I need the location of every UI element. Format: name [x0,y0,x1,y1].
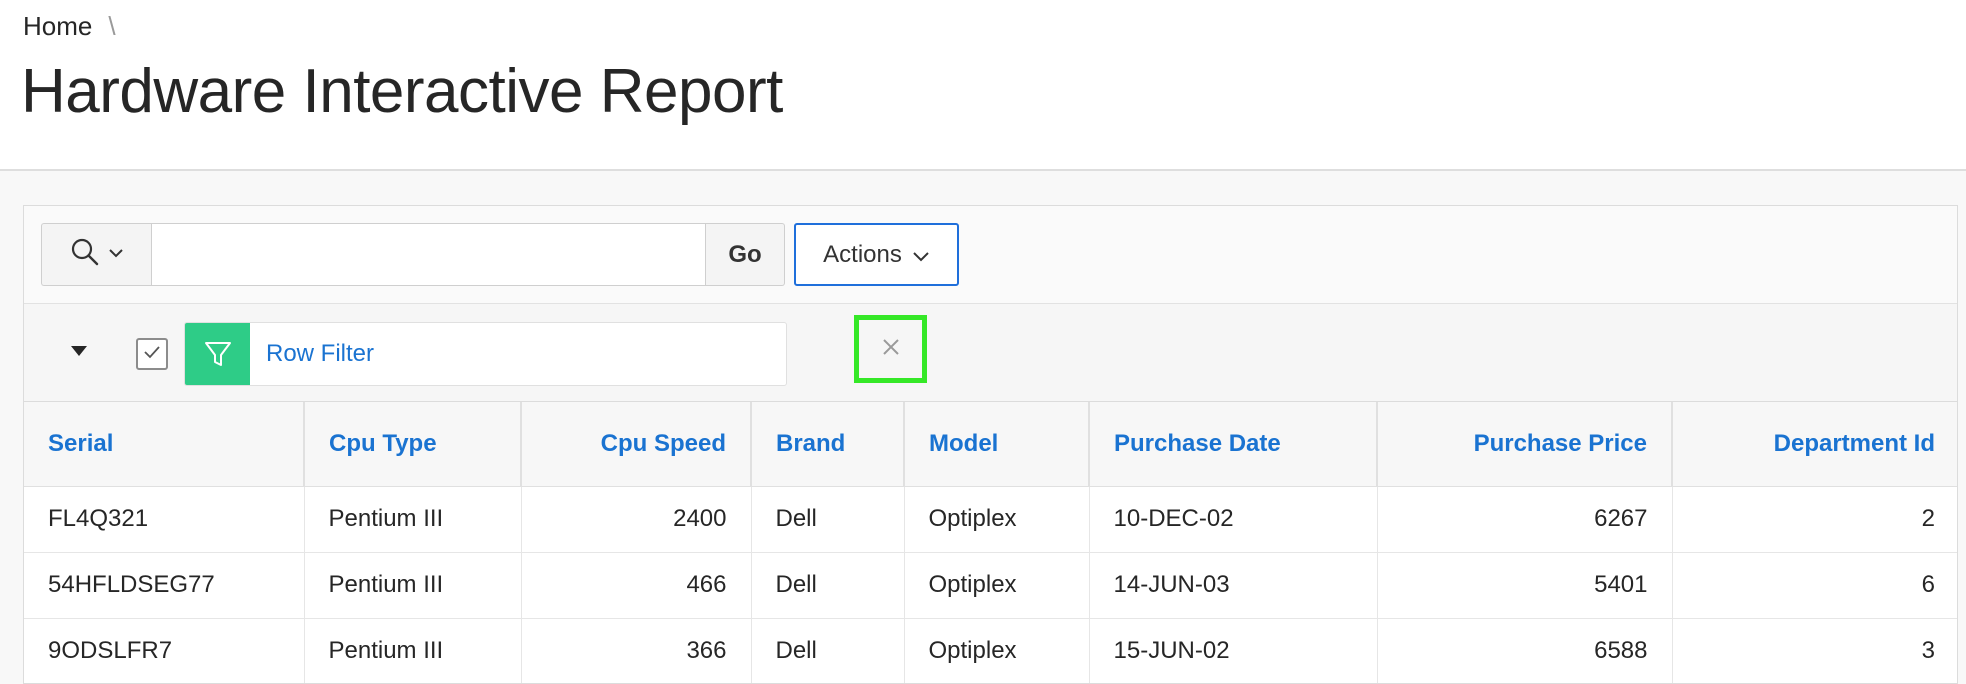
main-content: Go Actions Row Filter Serial Cpu Type Cp… [0,171,1966,684]
cell-model: Optiplex [904,486,1090,553]
cell-purchase-price: 6588 [1377,618,1673,683]
search-icon [70,237,100,272]
column-header-department-id[interactable]: Department Id [1672,402,1957,487]
table-row: FL4Q321 Pentium III 2400 Dell Optiplex 1… [24,486,1957,553]
search-group: Go [41,223,785,286]
cell-purchase-date: 14-JUN-03 [1089,552,1378,619]
cell-brand: Dell [751,552,905,619]
search-input[interactable] [151,223,706,286]
header-row: Serial Cpu Type Cpu Speed Brand Model Pu… [24,402,1957,487]
breadcrumb-separator: \ [108,11,116,41]
column-header-serial[interactable]: Serial [24,402,305,487]
cell-purchase-date: 15-JUN-02 [1089,618,1378,683]
cell-purchase-date: 10-DEC-02 [1089,486,1378,553]
report-table: Serial Cpu Type Cpu Speed Brand Model Pu… [24,402,1957,683]
breadcrumb-home-link[interactable]: Home [23,11,92,42]
cell-model: Optiplex [904,618,1090,683]
column-header-cpu-speed[interactable]: Cpu Speed [521,402,752,487]
interactive-report-region: Go Actions Row Filter Serial Cpu Type Cp… [23,205,1958,684]
table-row: 54HFLDSEG77 Pentium III 466 Dell Optiple… [24,552,1957,619]
filter-bar: Row Filter [24,304,1957,402]
cell-serial: FL4Q321 [24,486,305,553]
page-title: Hardware Interactive Report [21,57,783,126]
filter-label[interactable]: Row Filter [250,323,786,385]
close-icon [881,337,901,362]
column-header-purchase-date[interactable]: Purchase Date [1089,402,1378,487]
cell-cpu-speed: 466 [521,552,752,619]
column-header-brand[interactable]: Brand [751,402,905,487]
chevron-down-icon [912,241,930,269]
actions-button[interactable]: Actions [794,223,959,286]
cell-brand: Dell [751,618,905,683]
cell-department-id: 6 [1672,552,1957,619]
filter-icon [185,323,250,385]
cell-cpu-type: Pentium III [304,552,522,619]
column-search-button[interactable] [41,223,151,286]
column-header-cpu-type[interactable]: Cpu Type [304,402,522,487]
cell-department-id: 2 [1672,486,1957,553]
column-header-purchase-price[interactable]: Purchase Price [1377,402,1673,487]
breadcrumb: Home \ [23,11,116,42]
cell-department-id: 3 [1672,618,1957,683]
filter-chip: Row Filter [184,322,787,386]
cell-cpu-type: Pentium III [304,618,522,683]
cell-brand: Dell [751,486,905,553]
remove-filter-button[interactable] [854,315,927,383]
collapse-filters-toggle[interactable] [64,338,94,368]
page-header: Home \ Hardware Interactive Report [0,0,1966,171]
cell-purchase-price: 5401 [1377,552,1673,619]
filter-enable-checkbox[interactable] [136,338,168,370]
cell-serial: 54HFLDSEG77 [24,552,305,619]
chevron-down-icon [108,246,124,264]
cell-cpu-type: Pentium III [304,486,522,553]
cell-purchase-price: 6267 [1377,486,1673,553]
cell-model: Optiplex [904,552,1090,619]
caret-down-icon [70,344,88,363]
actions-label: Actions [823,240,902,268]
check-icon [143,345,161,364]
cell-serial: 9ODSLFR7 [24,618,305,683]
table-row: 9ODSLFR7 Pentium III 366 Dell Optiplex 1… [24,618,1957,683]
report-toolbar: Go Actions [24,206,1957,304]
column-header-model[interactable]: Model [904,402,1090,487]
cell-cpu-speed: 366 [521,618,752,683]
go-button[interactable]: Go [706,223,785,286]
cell-cpu-speed: 2400 [521,486,752,553]
